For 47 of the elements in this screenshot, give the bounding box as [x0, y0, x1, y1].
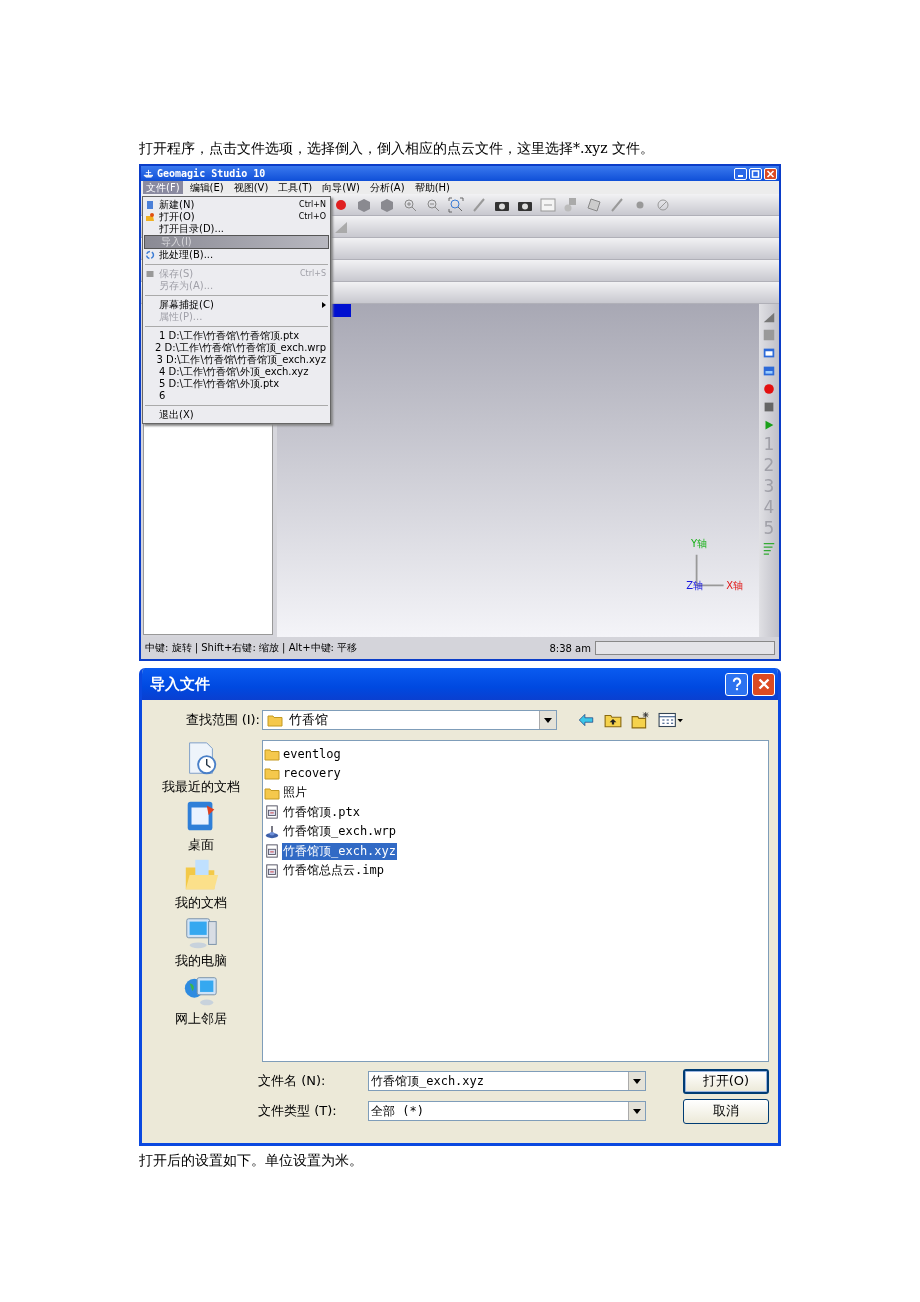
menu-item[interactable]: 3 D:\工作\竹香馆\竹香馆顶_exch.xyz	[143, 354, 330, 366]
place-button[interactable]: 桌面	[182, 798, 220, 854]
menu-item[interactable]: 帮助(H)	[411, 181, 453, 194]
file-item[interactable]: 竹香馆顶.ptx	[282, 803, 361, 821]
menu-item[interactable]: 分析(A)	[366, 181, 408, 194]
menu-item[interactable]: 5 D:\工作\竹香馆\外顶.ptx	[143, 378, 330, 390]
menu-item[interactable]: 4 D:\工作\竹香馆\外顶_exch.xyz	[143, 366, 330, 378]
file-item[interactable]: 竹香馆顶_exch.wrp	[282, 823, 398, 841]
place-button[interactable]: 我的文档	[175, 856, 227, 912]
paragraph: 打开程序，点击文件选项，选择倒入，倒入相应的点云文件，这里选择*.xyz 文件。	[139, 139, 656, 158]
menu-item[interactable]: 打开(O) Ctrl+O	[143, 211, 330, 223]
window-title: Geomagic Studio 10	[157, 168, 266, 179]
axis-label: Z轴	[686, 581, 703, 591]
menu-item[interactable]: 新建(N) Ctrl+N	[143, 199, 330, 211]
menu-item[interactable]: 退出(X)	[143, 409, 330, 421]
place-button[interactable]: 我的电脑	[175, 914, 227, 970]
file-name-field[interactable]: 竹香馆顶_exch.xyz	[368, 1071, 646, 1091]
file-item[interactable]: recovery	[282, 766, 342, 781]
file-item[interactable]: 竹香馆总点云.imp	[282, 862, 385, 880]
menu-item[interactable]: 屏幕捕捉(C)	[143, 299, 330, 311]
file-item[interactable]: eventlog	[282, 746, 342, 761]
file-item[interactable]: 竹香馆顶_exch.xyz	[282, 842, 398, 860]
menu-item[interactable]: 2 D:\工作\竹香馆\竹香馆顶_exch.wrp	[143, 342, 330, 354]
place-button[interactable]: 我最近的文档	[162, 740, 240, 796]
window-title: 导入文件	[150, 674, 210, 694]
menu-item[interactable]: 1 D:\工作\竹香馆\竹香馆顶.ptx	[143, 330, 330, 342]
cancel-button[interactable]: 取消	[683, 1098, 769, 1124]
menu-item[interactable]: 6	[143, 390, 330, 402]
menu-item[interactable]: 打开目录(D)...	[143, 223, 330, 235]
menu-item[interactable]: 编辑(E)	[186, 181, 227, 194]
file-type-label: 文件类型 (T):	[258, 1102, 338, 1120]
status-time: 8:38 am	[549, 642, 591, 654]
look-in-dropdown[interactable]: 竹香馆	[262, 710, 557, 730]
file-name-label: 文件名 (N):	[258, 1072, 327, 1090]
menu-item[interactable]: 批处理(B)...	[143, 249, 330, 261]
menu-item[interactable]: 视图(V)	[230, 181, 272, 194]
file-type-dropdown[interactable]: 全部 (*)	[368, 1101, 646, 1121]
menu-item[interactable]: 向导(W)	[319, 181, 363, 194]
paragraph: 打开后的设置如下。单位设置为米。	[139, 1151, 364, 1170]
axis-label: X轴	[726, 581, 743, 591]
menu-item[interactable]: 工具(T)	[275, 181, 316, 194]
axis-label: Y轴	[690, 539, 707, 549]
look-in-label: 查找范围 (I):	[184, 711, 260, 729]
file-item[interactable]: 照片	[282, 784, 308, 802]
status-hint: 中键: 旋转 | Shift+右键: 缩放 | Alt+中键: 平移	[145, 641, 358, 655]
open-button[interactable]: 打开(O)	[683, 1068, 769, 1094]
place-button[interactable]: 网上邻居	[175, 972, 227, 1028]
